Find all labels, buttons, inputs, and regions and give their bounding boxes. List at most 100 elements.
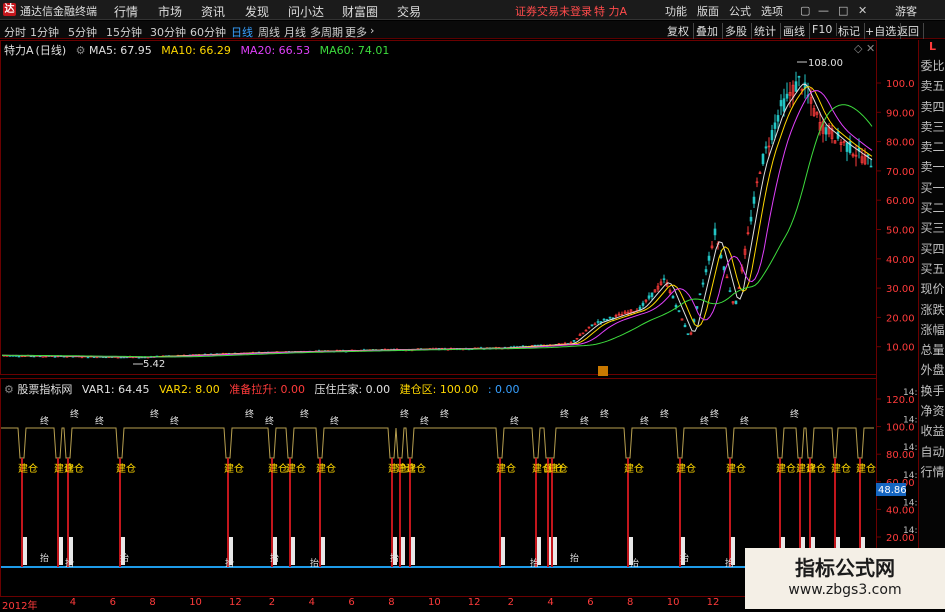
chevron-right-icon[interactable]: › bbox=[370, 24, 374, 37]
period-60min[interactable]: 60分钟 bbox=[190, 24, 226, 40]
side-item[interactable]: 卖一 bbox=[919, 157, 945, 177]
period-15min[interactable]: 15分钟 bbox=[106, 24, 142, 40]
side-item[interactable]: 委比 bbox=[919, 56, 945, 76]
date-label: 12 bbox=[229, 597, 242, 608]
visitor-label[interactable]: 游客 bbox=[895, 3, 917, 19]
period-daily[interactable]: 日线 bbox=[231, 24, 253, 40]
tool-diejia[interactable]: 叠加 bbox=[692, 23, 723, 39]
level-toggle-icon[interactable]: L bbox=[919, 40, 945, 56]
zhong-label: 终 bbox=[150, 408, 159, 420]
menu-zixun[interactable]: 资讯 bbox=[201, 3, 225, 20]
side-item[interactable]: 收益 bbox=[919, 421, 945, 441]
chart-area[interactable]: 100.0 90.00 80.00 70.00 60.00 50.00 40.00 30.00… bbox=[0, 40, 918, 597]
pin-icon[interactable]: ◇ bbox=[854, 42, 863, 55]
close-icon[interactable]: ✕ bbox=[858, 4, 867, 17]
tool-f10[interactable]: F10 bbox=[808, 23, 838, 36]
period-weekly[interactable]: 周线 bbox=[258, 24, 280, 40]
maximize-icon[interactable]: □ bbox=[838, 4, 848, 17]
zhong-label: 终 bbox=[420, 415, 429, 427]
side-item[interactable]: 现价 bbox=[919, 279, 945, 299]
date-label: 8 bbox=[149, 597, 156, 608]
menu-gongshi[interactable]: 公式 bbox=[729, 3, 751, 19]
jiancang-label: 建仓 bbox=[776, 462, 796, 475]
menu-xuanxiang[interactable]: 选项 bbox=[761, 3, 783, 19]
side-item[interactable]: 买四 bbox=[919, 239, 945, 259]
menu-hangqing[interactable]: 行情 bbox=[114, 3, 138, 20]
volume-bar bbox=[501, 537, 505, 565]
menu-shichang[interactable]: 市场 bbox=[158, 3, 182, 20]
menu-caifuquan[interactable]: 财富圈 bbox=[342, 3, 378, 20]
di-label: 抬 bbox=[310, 557, 319, 569]
side-item[interactable]: 买一 bbox=[919, 178, 945, 198]
side-item[interactable]: 卖三 bbox=[919, 117, 945, 137]
zhong-label: 终 bbox=[640, 415, 649, 427]
period-30min[interactable]: 30分钟 bbox=[150, 24, 186, 40]
period-5min[interactable]: 5分钟 bbox=[68, 24, 97, 40]
minimize-icon[interactable]: — bbox=[818, 4, 829, 17]
side-item[interactable]: 换手 bbox=[919, 381, 945, 401]
date-label: 6 bbox=[348, 597, 355, 608]
jiancang-label: 建仓 bbox=[18, 462, 38, 475]
menu-faxian[interactable]: 发现 bbox=[245, 3, 269, 20]
settings-icon[interactable]: ⚙ bbox=[76, 44, 86, 57]
restore-icon[interactable]: ▢ bbox=[800, 4, 810, 17]
close-panel-icon[interactable]: ✕ bbox=[866, 42, 875, 55]
side-item[interactable]: 涨幅 bbox=[919, 320, 945, 340]
period-fenshi[interactable]: 分时 bbox=[4, 24, 26, 40]
tool-duogu[interactable]: 多股 bbox=[721, 23, 752, 39]
login-status[interactable]: 证券交易未登录 bbox=[515, 3, 592, 19]
var2-value: VAR2: 8.00 bbox=[159, 383, 220, 396]
menu-banmian[interactable]: 版面 bbox=[697, 3, 719, 19]
jiancang-label: 建仓 bbox=[224, 462, 244, 475]
menu-jiaoyi[interactable]: 交易 bbox=[397, 3, 421, 20]
period-monthly[interactable]: 月线 bbox=[284, 24, 306, 40]
jiancang-label: 建仓 bbox=[406, 462, 426, 475]
di-label: 抬 bbox=[570, 552, 579, 564]
ma5-value: MA5: 67.95 bbox=[89, 44, 152, 57]
candle-body bbox=[704, 269, 708, 273]
side-item[interactable]: 自动 bbox=[919, 442, 945, 462]
tool-tongji[interactable]: 统计 bbox=[750, 23, 781, 39]
side-item[interactable]: 行情 bbox=[919, 462, 945, 482]
y-tick-label: 100.0 bbox=[886, 79, 915, 90]
tool-fuquan[interactable]: 复权 bbox=[663, 23, 694, 39]
side-item[interactable]: 涨跌 bbox=[919, 300, 945, 320]
zhong-label: 终 bbox=[660, 408, 669, 420]
side-item[interactable]: 卖二 bbox=[919, 137, 945, 157]
side-item[interactable]: 外盘 bbox=[919, 360, 945, 380]
indicator-title[interactable]: 股票指标网 bbox=[17, 383, 72, 396]
side-item[interactable]: 买五 bbox=[919, 259, 945, 279]
ma10-value: MA10: 66.29 bbox=[161, 44, 231, 57]
event-flag-icon[interactable] bbox=[598, 366, 608, 376]
side-item[interactable]: 卖五 bbox=[919, 76, 945, 96]
period-more[interactable]: 更多 bbox=[345, 24, 367, 40]
volume-bar bbox=[553, 537, 557, 565]
zhunbei-lasheng-value: 准备拉升: 0.00 bbox=[229, 383, 305, 396]
period-1min[interactable]: 1分钟 bbox=[30, 24, 59, 40]
side-item[interactable]: 买二 bbox=[919, 198, 945, 218]
date-label: 12 bbox=[706, 597, 720, 608]
candle-body bbox=[728, 290, 732, 292]
candle-body bbox=[662, 278, 666, 280]
baseline-value: : 0.00 bbox=[487, 383, 520, 396]
tool-fanhui[interactable]: 返回 bbox=[893, 23, 924, 39]
candle-body bbox=[866, 154, 870, 157]
menu-gongneng[interactable]: 功能 bbox=[665, 3, 687, 19]
yazhu-zhuangjia-value: 压住庄家: 0.00 bbox=[314, 383, 391, 396]
side-item[interactable]: 卖四 bbox=[919, 97, 945, 117]
date-label: 4 bbox=[547, 597, 554, 608]
candle-body bbox=[572, 340, 576, 342]
jiancang-label: 建仓 bbox=[856, 462, 876, 475]
side-item[interactable]: 总量 bbox=[919, 340, 945, 360]
side-item[interactable]: 买三 bbox=[919, 218, 945, 238]
candle-body bbox=[650, 292, 654, 297]
settings-icon[interactable]: ⚙ bbox=[4, 383, 14, 396]
di-label: 抬 bbox=[65, 557, 74, 569]
period-multi[interactable]: 多周期 bbox=[310, 24, 343, 40]
menu-wenxiaoda[interactable]: 问小达 bbox=[288, 3, 324, 20]
volume-bar bbox=[401, 537, 405, 565]
tool-huaxian[interactable]: 画线 bbox=[779, 23, 810, 39]
side-item[interactable]: 净资 bbox=[919, 401, 945, 421]
candle-body bbox=[686, 333, 690, 335]
candle-body bbox=[779, 100, 783, 107]
